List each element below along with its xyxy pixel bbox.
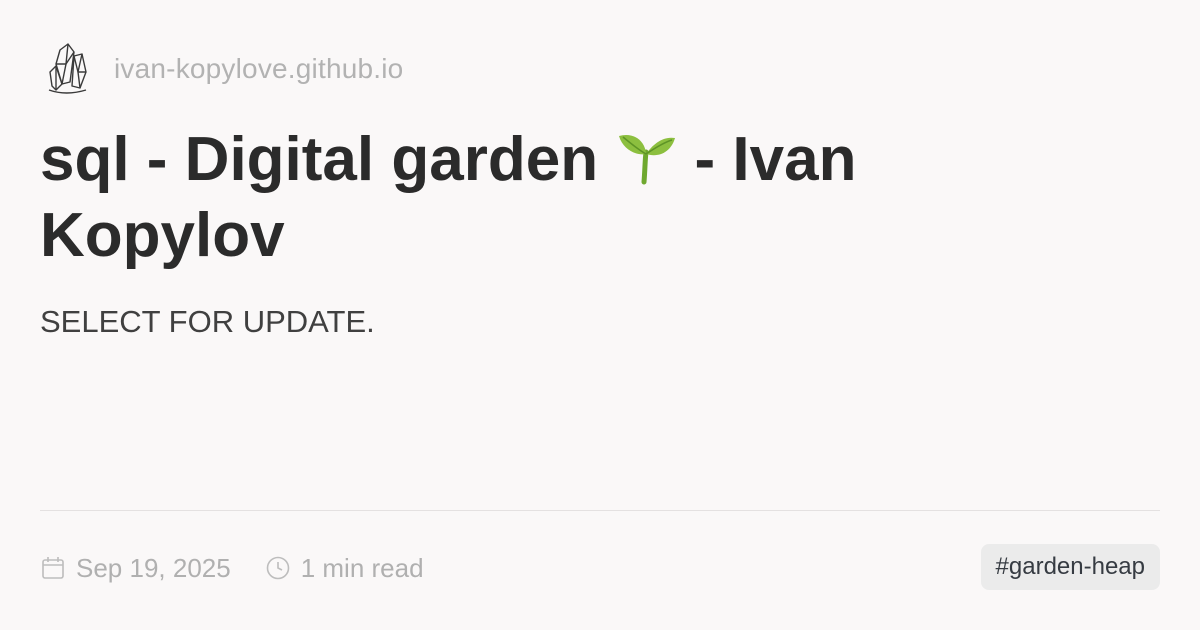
site-header: ivan-kopylove.github.io [44, 40, 403, 98]
divider [40, 510, 1160, 511]
og-card: ivan-kopylove.github.io sql - Digital ga… [0, 0, 1200, 630]
read-time-text: 1 min read [300, 552, 424, 583]
page-title: sql - Digital garden - Ivan Kopylov [40, 122, 1060, 274]
read-time: 1 min read [265, 553, 424, 584]
crystal-icon [44, 40, 92, 98]
seedling-icon [615, 124, 677, 186]
post-meta: Sep 19, 2025 1 min read [40, 548, 424, 588]
post-date-text: Sep 19, 2025 [76, 552, 231, 583]
post-date: Sep 19, 2025 [40, 553, 231, 584]
title-text-start: sql - Digital garden [40, 125, 616, 194]
post-description: SELECT FOR UPDATE. [40, 304, 375, 339]
clock-icon [266, 556, 290, 580]
calendar-icon [42, 557, 64, 579]
site-domain[interactable]: ivan-kopylove.github.io [114, 53, 403, 85]
tag-badge[interactable]: #garden-heap [980, 544, 1160, 590]
